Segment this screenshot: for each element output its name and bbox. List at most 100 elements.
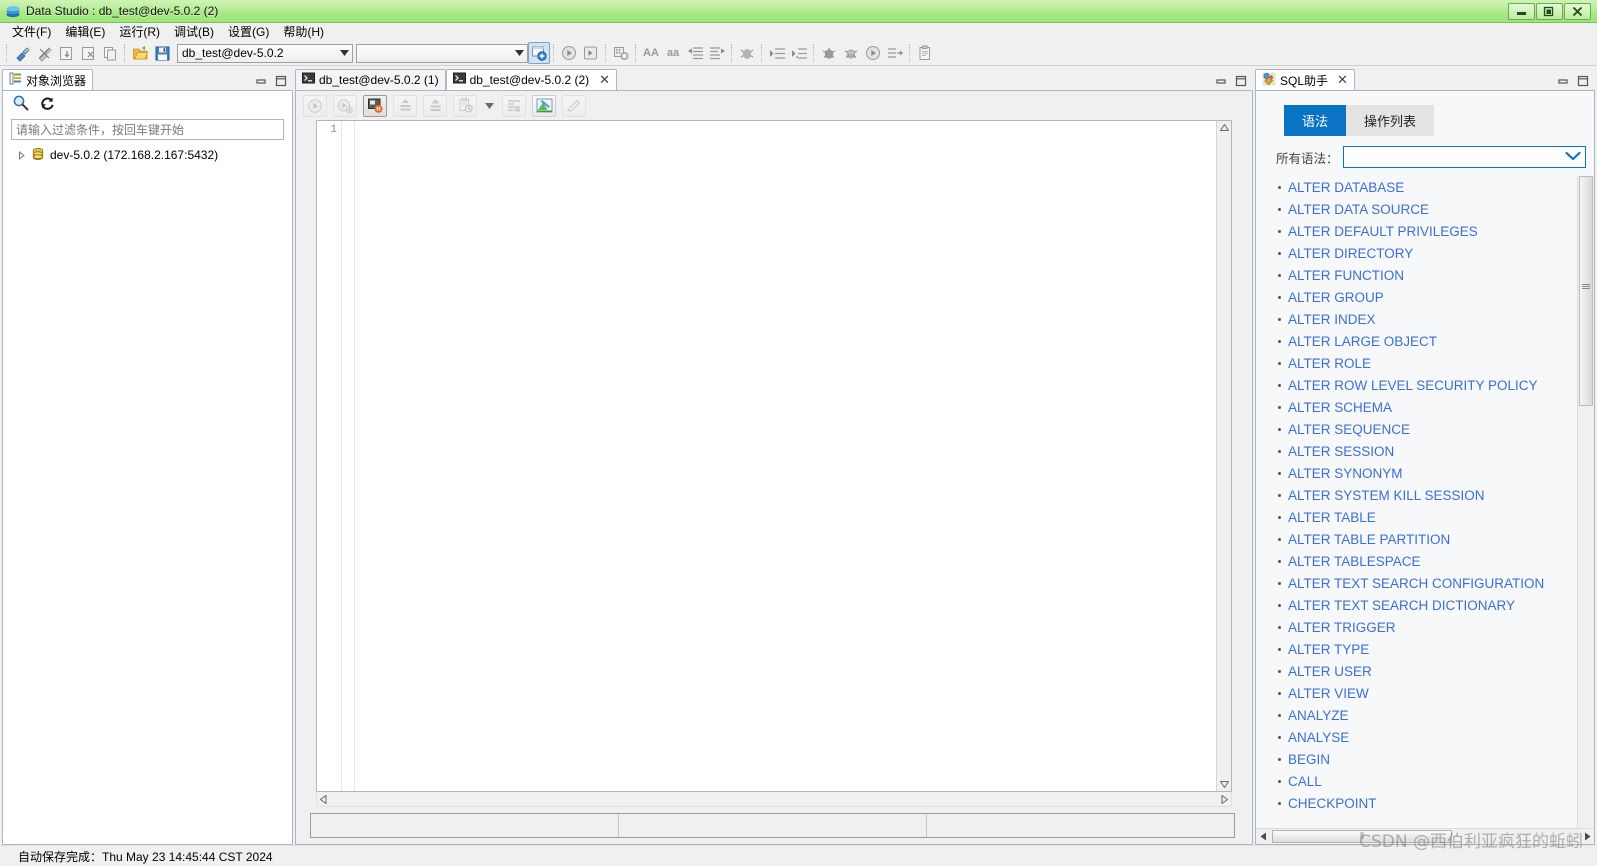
- list-item[interactable]: ALTER TEXT SEARCH DICTIONARY: [1278, 594, 1577, 616]
- list-item[interactable]: ALTER GROUP: [1278, 286, 1577, 308]
- edit-icon[interactable]: [562, 94, 586, 117]
- settings-object-icon[interactable]: [610, 42, 632, 64]
- breakpoint-icon[interactable]: [818, 42, 840, 64]
- scroll-right-icon[interactable]: [1218, 793, 1231, 806]
- minimize-icon[interactable]: [1215, 75, 1227, 87]
- list-item[interactable]: ALTER TABLE PARTITION: [1278, 528, 1577, 550]
- menu-run[interactable]: 运行(R): [112, 23, 167, 41]
- new-connection-icon[interactable]: [11, 42, 33, 64]
- list-item[interactable]: BEGIN: [1278, 748, 1577, 770]
- maximize-icon[interactable]: [1235, 75, 1247, 87]
- list-item[interactable]: ALTER USER: [1278, 660, 1577, 682]
- scroll-left-icon[interactable]: [317, 793, 330, 806]
- list-item[interactable]: ANALYSE: [1278, 726, 1577, 748]
- maximize-restore-button[interactable]: [1536, 2, 1563, 20]
- list-item[interactable]: ALTER DIRECTORY: [1278, 242, 1577, 264]
- hscrollbar-thumb[interactable]: ⦀: [1272, 830, 1452, 843]
- scroll-down-icon[interactable]: [1218, 778, 1231, 791]
- debug-icon[interactable]: [736, 42, 758, 64]
- format-icon[interactable]: [502, 94, 526, 117]
- schema-combo[interactable]: [356, 43, 528, 63]
- list-item[interactable]: ALTER TYPE: [1278, 638, 1577, 660]
- subtab-operation-list[interactable]: 操作列表: [1346, 105, 1435, 136]
- execute-icon[interactable]: [558, 42, 580, 64]
- list-item[interactable]: ALTER ROLE: [1278, 352, 1577, 374]
- new-sql-terminal-icon[interactable]: [528, 42, 550, 64]
- scrollbar-thumb[interactable]: [1579, 176, 1593, 406]
- maximize-icon[interactable]: [1577, 75, 1589, 87]
- code-editor[interactable]: 1: [316, 120, 1232, 792]
- minimize-icon[interactable]: [255, 75, 267, 87]
- list-item[interactable]: CALL: [1278, 770, 1577, 792]
- refresh-icon[interactable]: [39, 95, 55, 114]
- lowercase-icon[interactable]: aa: [662, 42, 684, 64]
- tab-object-browser[interactable]: 对象浏览器: [2, 69, 94, 90]
- menu-edit[interactable]: 编辑(E): [58, 23, 112, 41]
- list-item[interactable]: ALTER TEXT SEARCH CONFIGURATION: [1278, 572, 1577, 594]
- minimize-button[interactable]: [1508, 2, 1535, 20]
- step-into-icon[interactable]: [788, 42, 810, 64]
- tree-item-connection[interactable]: dev-5.0.2 (172.168.2.167:5432): [3, 146, 292, 164]
- execute-plan-icon[interactable]: [333, 94, 357, 117]
- open-folder-icon[interactable]: [129, 42, 151, 64]
- rollback-icon[interactable]: [423, 94, 447, 117]
- indent-left-icon[interactable]: [684, 42, 706, 64]
- close-icon[interactable]: ✕: [1337, 72, 1348, 88]
- list-item[interactable]: ALTER SESSION: [1278, 440, 1577, 462]
- disconnect-icon[interactable]: [33, 42, 55, 64]
- commit-icon[interactable]: [393, 94, 417, 117]
- list-item[interactable]: ALTER SEQUENCE: [1278, 418, 1577, 440]
- execute-history-icon[interactable]: H: [363, 94, 387, 117]
- close-button[interactable]: [1564, 2, 1591, 20]
- editor-horizontal-scrollbar[interactable]: [316, 792, 1232, 807]
- list-item[interactable]: ALTER INDEX: [1278, 308, 1577, 330]
- resume-icon[interactable]: [862, 42, 884, 64]
- list-item[interactable]: ALTER SYSTEM KILL SESSION: [1278, 484, 1577, 506]
- connection-combo[interactable]: db_test@dev-5.0.2: [177, 43, 353, 63]
- tab-db-test-1[interactable]: db_test@dev-5.0.2 (1): [295, 69, 446, 90]
- export-icon[interactable]: [77, 42, 99, 64]
- save-icon[interactable]: [151, 42, 173, 64]
- maximize-icon[interactable]: [275, 75, 287, 87]
- list-item[interactable]: ALTER VIEW: [1278, 682, 1577, 704]
- menu-settings[interactable]: 设置(G): [221, 23, 276, 41]
- uppercase-icon[interactable]: AA: [640, 42, 662, 64]
- magnifier-icon[interactable]: [12, 94, 29, 114]
- chevron-right-icon[interactable]: [17, 150, 26, 160]
- syntax-filter-select[interactable]: [1342, 146, 1586, 168]
- scroll-right-icon[interactable]: [1580, 830, 1594, 844]
- syntax-list-horizontal-scrollbar[interactable]: ⦀: [1256, 828, 1594, 844]
- list-item[interactable]: ALTER SCHEMA: [1278, 396, 1577, 418]
- tab-sql-assistant[interactable]: SQL助手 ✕: [1255, 69, 1355, 90]
- query-history-icon[interactable]: [453, 94, 477, 117]
- import-icon[interactable]: [55, 42, 77, 64]
- chevron-down-icon[interactable]: [1565, 150, 1581, 164]
- terminate-icon[interactable]: [884, 42, 906, 64]
- list-item[interactable]: ALTER ROW LEVEL SECURITY POLICY: [1278, 374, 1577, 396]
- list-item[interactable]: ALTER DATA SOURCE: [1278, 198, 1577, 220]
- menu-help[interactable]: 帮助(H): [276, 23, 331, 41]
- scroll-up-icon[interactable]: [1218, 121, 1231, 134]
- list-item[interactable]: ALTER LARGE OBJECT: [1278, 330, 1577, 352]
- editor-vertical-scrollbar[interactable]: [1216, 121, 1231, 791]
- menu-debug[interactable]: 调试(B): [167, 23, 221, 41]
- execute-query-icon[interactable]: [303, 94, 327, 117]
- list-item[interactable]: ALTER DATABASE: [1278, 176, 1577, 198]
- tab-db-test-2[interactable]: db_test@dev-5.0.2 (2) ✕: [445, 69, 618, 90]
- syntax-list-vertical-scrollbar[interactable]: [1577, 176, 1594, 828]
- indent-right-icon[interactable]: [706, 42, 728, 64]
- menu-file[interactable]: 文件(F): [5, 23, 58, 41]
- step-over-icon[interactable]: [766, 42, 788, 64]
- list-item[interactable]: ALTER FUNCTION: [1278, 264, 1577, 286]
- list-item[interactable]: ALTER SYNONYM: [1278, 462, 1577, 484]
- bug-icon[interactable]: [840, 42, 862, 64]
- list-item[interactable]: ALTER TABLESPACE: [1278, 550, 1577, 572]
- list-item[interactable]: ANALYZE: [1278, 704, 1577, 726]
- list-item[interactable]: ALTER TRIGGER: [1278, 616, 1577, 638]
- minimize-icon[interactable]: [1557, 75, 1569, 87]
- filter-input[interactable]: 请输入过滤条件，按回车键开始: [11, 119, 284, 140]
- visual-explain-icon[interactable]: [532, 94, 556, 117]
- list-item[interactable]: ALTER DEFAULT PRIVILEGES: [1278, 220, 1577, 242]
- subtab-syntax[interactable]: 语法: [1284, 105, 1347, 136]
- close-icon[interactable]: ✕: [599, 72, 610, 88]
